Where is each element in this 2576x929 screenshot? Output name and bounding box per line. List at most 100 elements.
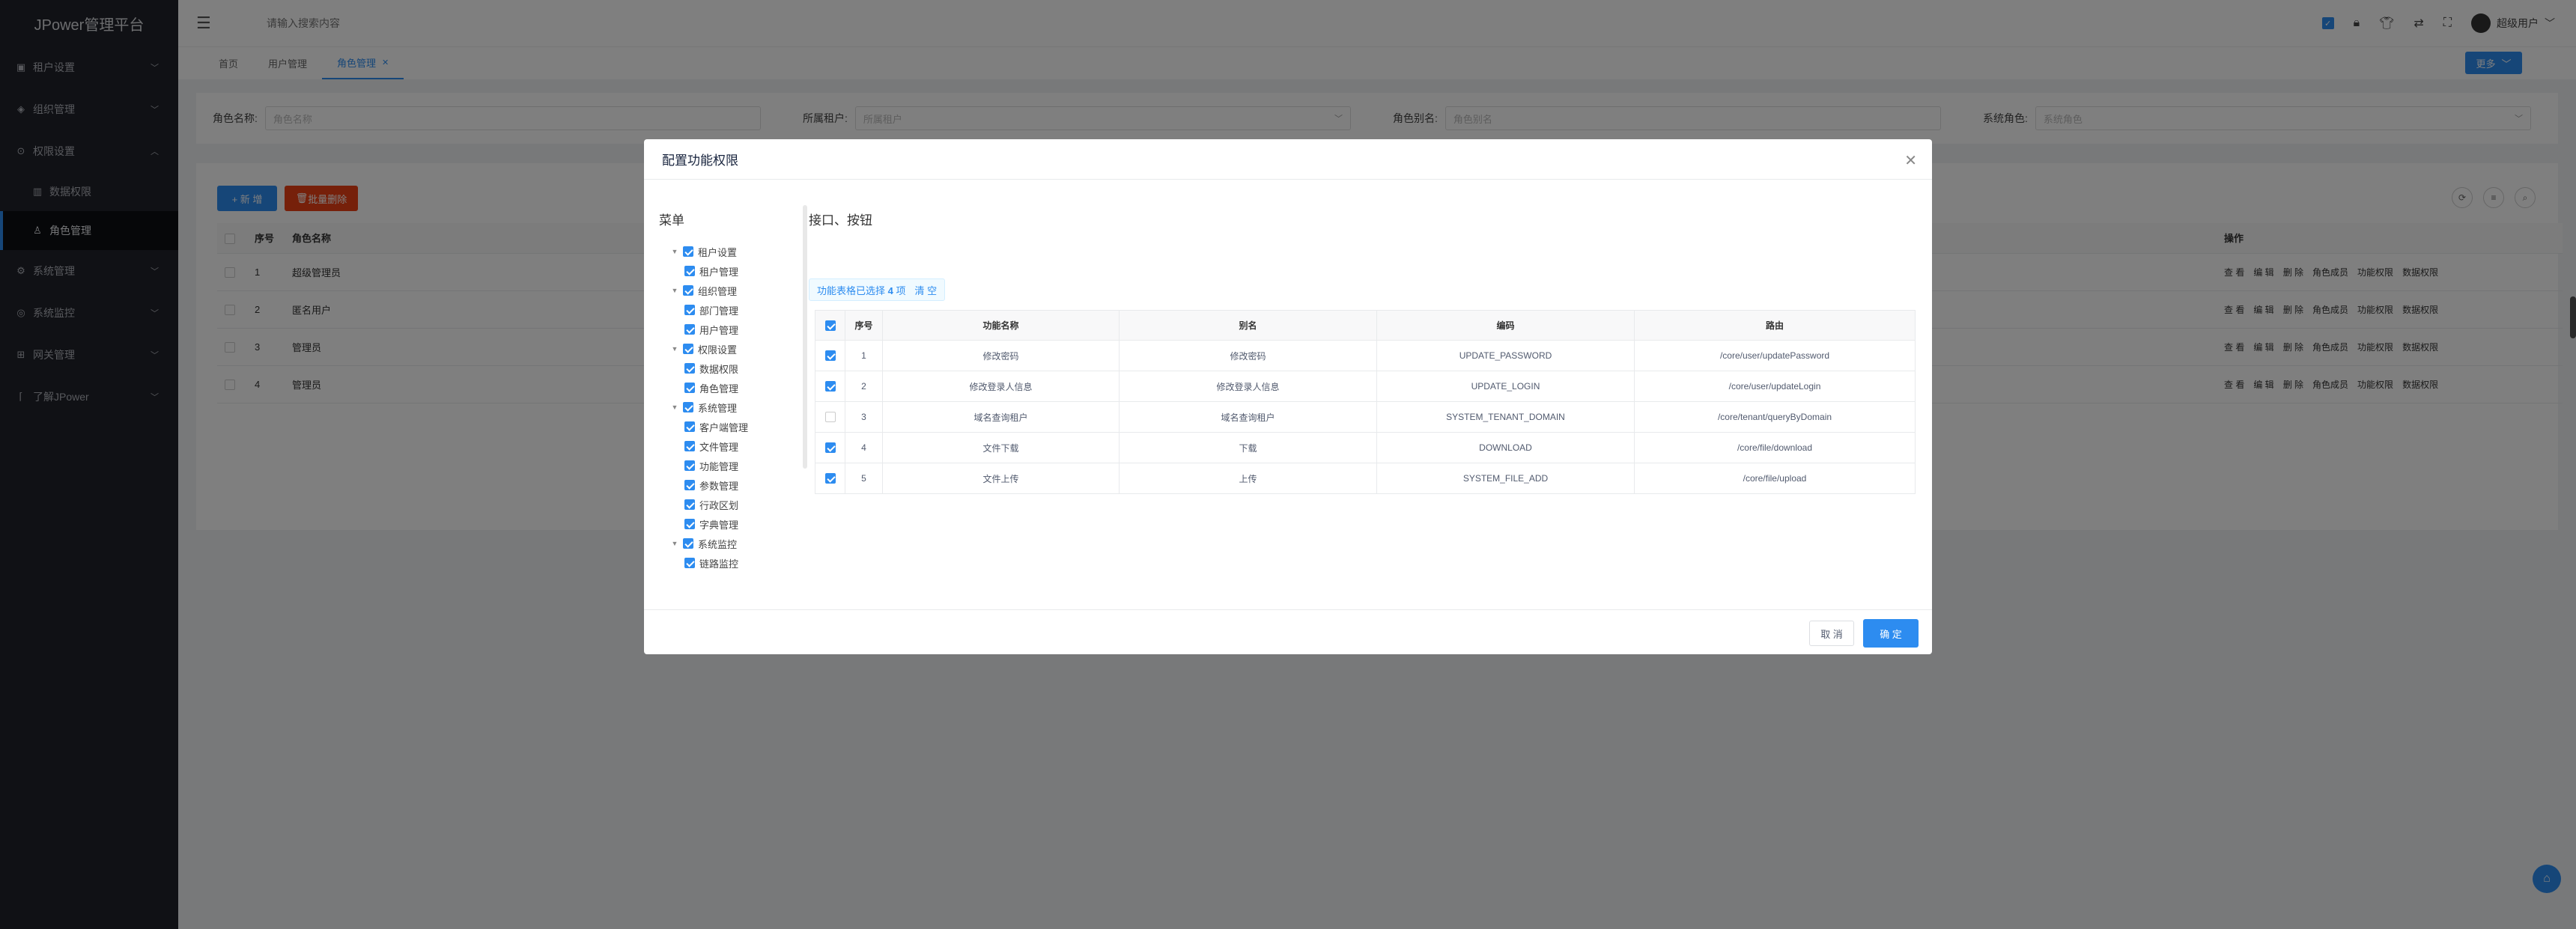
tree-node-checkbox[interactable] xyxy=(684,305,695,315)
tree-node-checkbox[interactable] xyxy=(683,246,693,257)
row-select-cell[interactable] xyxy=(815,401,845,433)
tree-node[interactable]: 参数管理 xyxy=(659,475,809,495)
tree-node-label: 角色管理 xyxy=(699,383,739,395)
tree-node-label: 用户管理 xyxy=(699,324,739,336)
tree-node-label: 数据权限 xyxy=(699,363,739,375)
select-all-checkbox[interactable] xyxy=(824,320,836,331)
row-select-cell[interactable] xyxy=(815,432,845,463)
cell-name: 文件下载 xyxy=(882,432,1120,463)
tree-node[interactable]: 行政区划 xyxy=(659,495,809,514)
modal-title: 配置功能权限 xyxy=(662,153,738,168)
function-table: 序号 功能名称 别名 编码 路由 1 修改密码 修改密码 UPDATE_PASSWOR… xyxy=(815,310,1916,494)
caret-down-icon[interactable]: ▼ xyxy=(669,540,680,547)
tree-node[interactable]: 字典管理 xyxy=(659,514,809,534)
tree-node-checkbox[interactable] xyxy=(684,519,695,529)
tree-node[interactable]: ▼ 组织管理 xyxy=(659,281,809,300)
tree-title: 菜单 xyxy=(659,213,684,228)
tree-node-checkbox[interactable] xyxy=(684,499,695,510)
close-icon[interactable]: ✕ xyxy=(1904,151,1917,170)
tree-node-checkbox[interactable] xyxy=(684,421,695,432)
col-alias: 别名 xyxy=(1119,310,1377,341)
config-permission-modal: 配置功能权限 ✕ 菜单 ▼ 租户设置租户管理 ▼ 组织管理部门管理用户管理 ▼ 权限设置数… xyxy=(644,139,1932,654)
table-row: 4 文件下载 下载 DOWNLOAD/core/file/download xyxy=(815,432,1916,463)
row-select-cell[interactable] xyxy=(815,340,845,371)
tree-node[interactable]: ▼ 权限设置 xyxy=(659,339,809,359)
tree-node-checkbox[interactable] xyxy=(684,480,695,490)
tree-node-label: 部门管理 xyxy=(699,305,739,317)
tree-node-checkbox[interactable] xyxy=(683,402,693,412)
tree-node-checkbox[interactable] xyxy=(684,363,695,374)
cell-name: 文件上传 xyxy=(882,463,1120,494)
cell-index: 1 xyxy=(845,340,883,371)
row-checkbox[interactable] xyxy=(824,473,836,484)
cell-code: UPDATE_PASSWORD xyxy=(1376,340,1635,371)
modal-footer: 取 消 确 定 xyxy=(644,609,1932,654)
cell-name: 修改登录人信息 xyxy=(882,371,1120,402)
row-checkbox[interactable] xyxy=(824,442,836,454)
cell-route: /core/file/upload xyxy=(1634,463,1916,494)
confirm-button[interactable]: 确 定 xyxy=(1863,619,1919,648)
tree-node-checkbox[interactable] xyxy=(683,344,693,354)
tree-node-checkbox[interactable] xyxy=(684,266,695,276)
cell-index: 2 xyxy=(845,371,883,402)
tree-node[interactable]: 数据权限 xyxy=(659,359,809,378)
row-select-cell[interactable] xyxy=(815,463,845,494)
tree-node-checkbox[interactable] xyxy=(684,441,695,451)
tree-node[interactable]: 链路监控 xyxy=(659,553,809,573)
cell-code: UPDATE_LOGIN xyxy=(1376,371,1635,402)
cancel-button[interactable]: 取 消 xyxy=(1809,621,1854,646)
tree-node-checkbox[interactable] xyxy=(684,383,695,393)
tree-node[interactable]: ▼ 租户设置 xyxy=(659,242,809,261)
tree-node[interactable]: 角色管理 xyxy=(659,378,809,398)
cell-code: SYSTEM_FILE_ADD xyxy=(1376,463,1635,494)
tree-node-checkbox[interactable] xyxy=(684,558,695,568)
row-checkbox[interactable] xyxy=(824,381,836,392)
tree-node-label: 系统监控 xyxy=(698,538,738,550)
cell-alias: 下载 xyxy=(1119,432,1377,463)
tree-node-label: 租户管理 xyxy=(699,266,739,278)
tree-node-label: 权限设置 xyxy=(698,344,738,356)
tree-node[interactable]: 客户端管理 xyxy=(659,417,809,436)
caret-down-icon[interactable]: ▼ xyxy=(669,345,680,353)
tree-node[interactable]: 文件管理 xyxy=(659,436,809,456)
selection-count: 4 xyxy=(887,284,893,296)
cell-alias: 修改登录人信息 xyxy=(1119,371,1377,402)
tree-scrollbar[interactable] xyxy=(803,205,807,469)
tree-node-label: 租户设置 xyxy=(698,246,738,258)
tree-node[interactable]: 功能管理 xyxy=(659,456,809,475)
modal-header: 配置功能权限 ✕ xyxy=(644,139,1932,180)
caret-down-icon[interactable]: ▼ xyxy=(669,403,680,411)
tree-node-checkbox[interactable] xyxy=(683,285,693,296)
col-function-name: 功能名称 xyxy=(882,310,1120,341)
selection-prefix: 功能表格已选择 xyxy=(817,284,886,296)
cell-alias: 域名查询租户 xyxy=(1119,401,1377,433)
row-select-cell[interactable] xyxy=(815,371,845,402)
tree-node-checkbox[interactable] xyxy=(684,324,695,335)
selection-suffix: 项 xyxy=(896,284,906,296)
tree-node[interactable]: ▼ 系统监控 xyxy=(659,534,809,553)
clear-selection-link[interactable]: 清 空 xyxy=(915,283,938,297)
caret-down-icon[interactable]: ▼ xyxy=(669,287,680,294)
table-row: 3 域名查询租户 域名查询租户 SYSTEM_TENANT_DOMAIN/core/t… xyxy=(815,401,1916,433)
tree-node-label: 客户端管理 xyxy=(699,421,749,433)
tree-node-checkbox[interactable] xyxy=(683,538,693,549)
function-panel: 接口、按钮 功能表格已选择 4 项 清 空 序号 功能名称 别名 编码 路由 1… xyxy=(809,210,1917,494)
tree-node[interactable]: 部门管理 xyxy=(659,300,809,320)
tree-node-checkbox[interactable] xyxy=(684,460,695,471)
select-all-cell[interactable] xyxy=(815,310,845,341)
tree-node[interactable]: 租户管理 xyxy=(659,261,809,281)
cell-route: /core/user/updatePassword xyxy=(1634,340,1916,371)
row-checkbox[interactable] xyxy=(824,412,836,423)
row-checkbox[interactable] xyxy=(824,350,836,362)
cell-route: /core/user/updateLogin xyxy=(1634,371,1916,402)
cell-alias: 修改密码 xyxy=(1119,340,1377,371)
caret-down-icon[interactable]: ▼ xyxy=(669,248,680,255)
menu-tree: ▼ 租户设置租户管理 ▼ 组织管理部门管理用户管理 ▼ 权限设置数据权限角色管理 ▼ 系统管理… xyxy=(659,242,809,573)
tree-node[interactable]: 用户管理 xyxy=(659,320,809,339)
tree-node-label: 组织管理 xyxy=(698,285,738,297)
cell-alias: 上传 xyxy=(1119,463,1377,494)
cell-route: /core/file/download xyxy=(1634,432,1916,463)
cell-index: 4 xyxy=(845,432,883,463)
tree-node[interactable]: ▼ 系统管理 xyxy=(659,398,809,417)
table-row: 2 修改登录人信息 修改登录人信息 UPDATE_LOGIN/core/user/up… xyxy=(815,371,1916,402)
